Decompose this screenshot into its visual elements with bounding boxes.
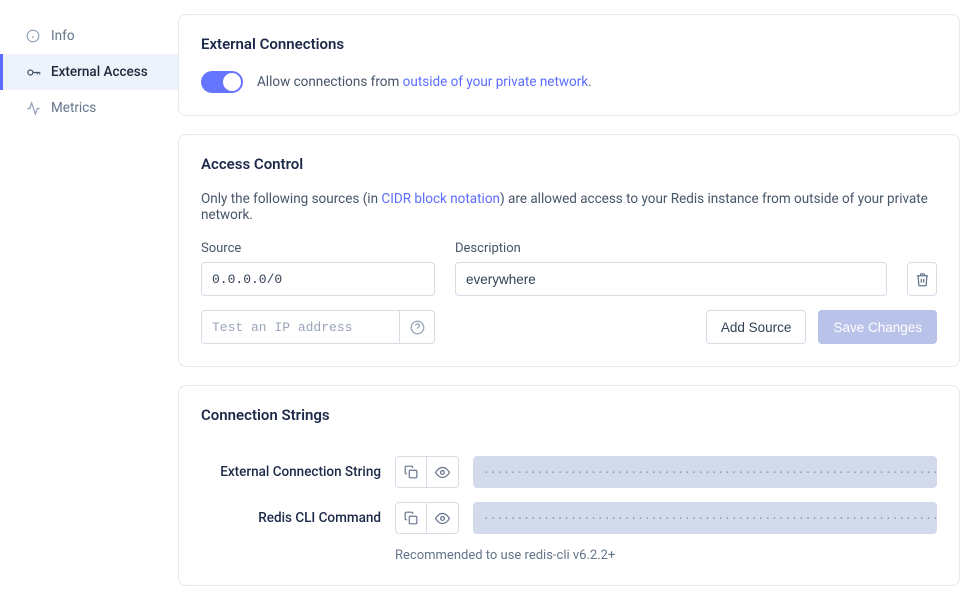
secret-value: ••••••••••••••••••••••••••••••••••••••••…	[473, 456, 937, 488]
sidebar: Info External Access Metrics	[0, 0, 178, 615]
external-connection-string-row: External Connection String •••••••••••••…	[201, 456, 937, 488]
main-content: External Connections Allow connections f…	[178, 0, 980, 615]
save-changes-button[interactable]: Save Changes	[818, 310, 937, 344]
sidebar-item-label: Info	[51, 28, 75, 44]
conn-label: External Connection String	[201, 464, 381, 480]
conn-buttons	[395, 456, 459, 488]
external-connections-card: External Connections Allow connections f…	[178, 14, 960, 116]
source-input[interactable]	[201, 262, 435, 296]
reveal-button[interactable]	[427, 502, 459, 534]
source-field: Source	[201, 241, 435, 296]
add-source-button[interactable]: Add Source	[706, 310, 807, 344]
delete-source-button[interactable]	[907, 262, 937, 296]
toggle-knob	[223, 73, 241, 91]
copy-button[interactable]	[395, 502, 427, 534]
test-ip-input-wrap	[201, 310, 435, 344]
copy-button[interactable]	[395, 456, 427, 488]
allow-connections-text: Allow connections from outside of your p…	[257, 74, 592, 90]
key-icon	[25, 64, 41, 80]
trash-icon	[915, 272, 930, 287]
reveal-button[interactable]	[427, 456, 459, 488]
copy-icon	[404, 465, 418, 479]
activity-icon	[25, 100, 41, 116]
eye-icon	[435, 511, 450, 526]
cidr-link[interactable]: CIDR block notation	[381, 191, 500, 207]
secret-value: ••••••••••••••••••••••••••••••••••••••••…	[473, 502, 937, 534]
allow-connections-toggle[interactable]	[201, 71, 243, 93]
sidebar-item-metrics[interactable]: Metrics	[0, 90, 178, 126]
sidebar-item-external-access[interactable]: External Access	[0, 54, 178, 90]
connection-strings-card: Connection Strings External Connection S…	[178, 385, 960, 586]
private-network-link[interactable]: outside of your private network	[403, 74, 588, 90]
description-input[interactable]	[455, 262, 887, 296]
sidebar-item-info[interactable]: Info	[0, 18, 178, 54]
eye-icon	[435, 465, 450, 480]
source-row: Source Description	[201, 241, 937, 296]
description-label: Description	[455, 241, 887, 256]
redis-cli-command-row: Redis CLI Command ••••••••••••••••••••••…	[201, 502, 937, 534]
source-label: Source	[201, 241, 435, 256]
sidebar-item-label: External Access	[51, 64, 148, 80]
info-icon	[25, 28, 41, 44]
help-icon	[410, 320, 425, 335]
redis-cli-note: Recommended to use redis-cli v6.2.2+	[395, 548, 937, 563]
sidebar-item-label: Metrics	[51, 100, 96, 116]
test-ip-help-button[interactable]	[399, 310, 435, 344]
description-field: Description	[455, 241, 887, 296]
card-title: Connection Strings	[201, 406, 937, 424]
copy-icon	[404, 511, 418, 525]
card-title: Access Control	[201, 155, 937, 173]
conn-label: Redis CLI Command	[201, 510, 381, 526]
allow-connections-row: Allow connections from outside of your p…	[201, 71, 937, 93]
access-control-card: Access Control Only the following source…	[178, 134, 960, 367]
card-title: External Connections	[201, 35, 937, 53]
access-control-help: Only the following sources (in CIDR bloc…	[201, 191, 937, 223]
test-ip-row: Add Source Save Changes	[201, 310, 937, 344]
conn-buttons	[395, 502, 459, 534]
test-ip-input[interactable]	[201, 310, 399, 344]
